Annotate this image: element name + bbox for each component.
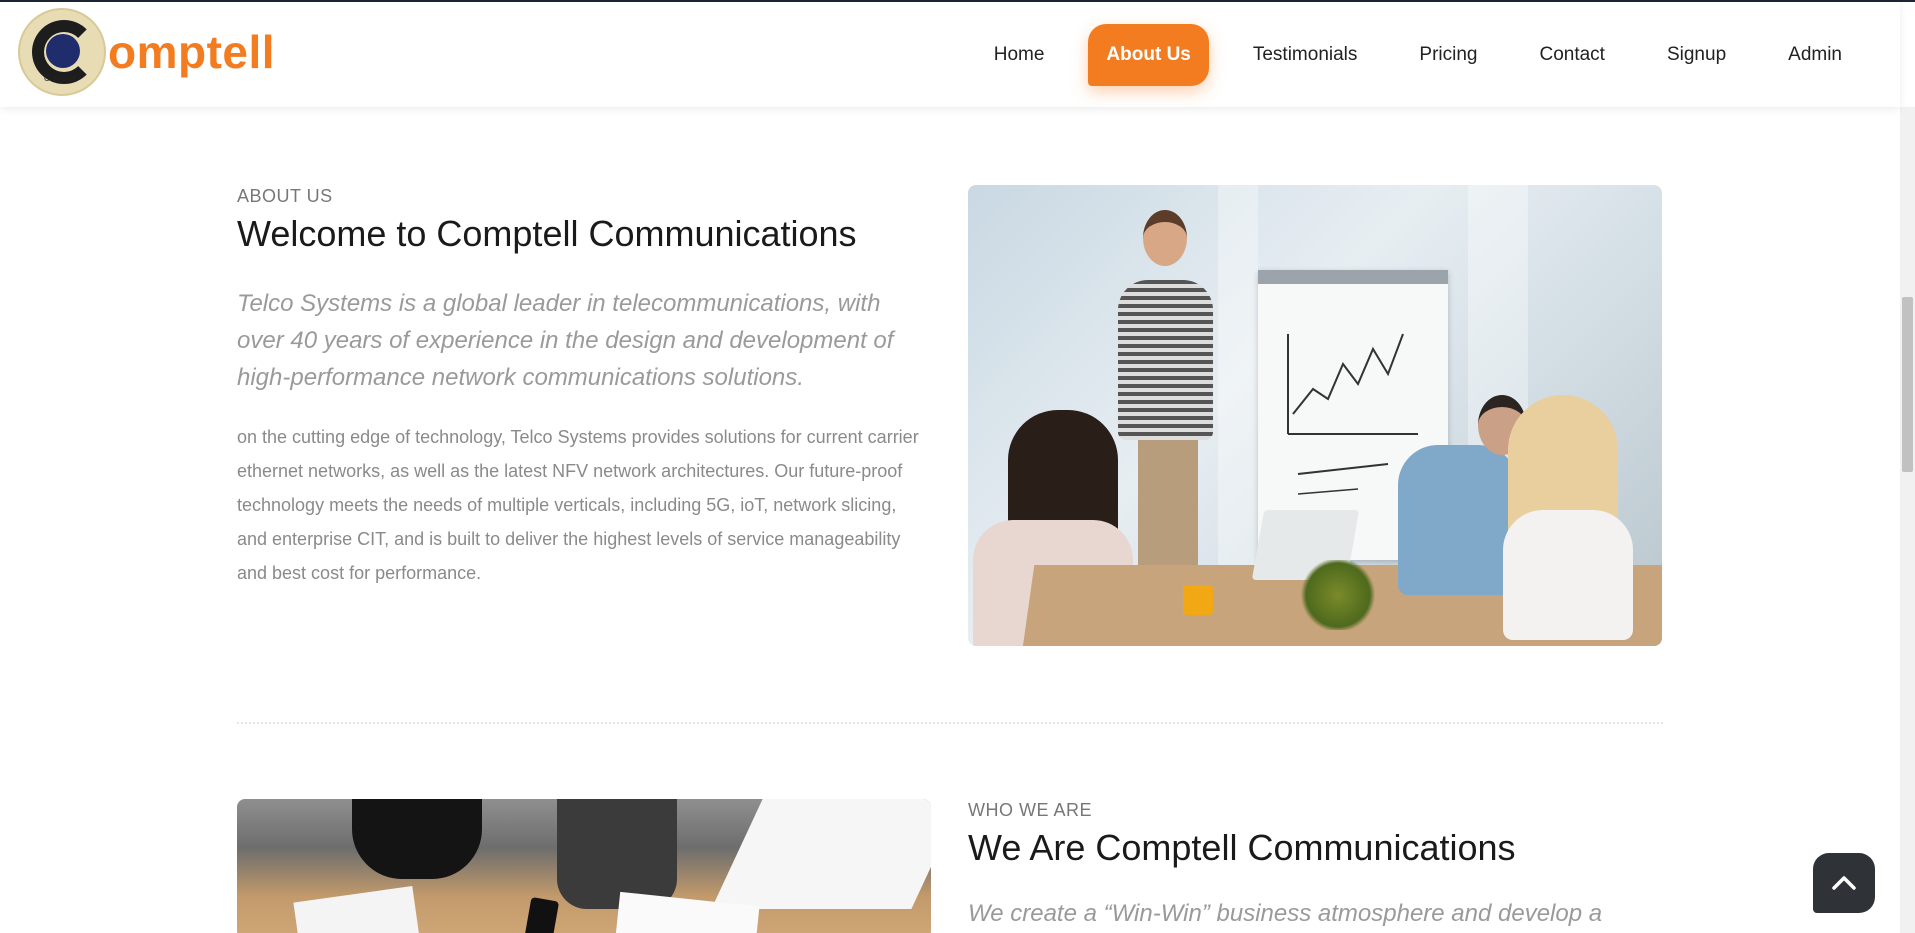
site-header: Comptell omptell Home About Us Testimoni…: [0, 2, 1900, 107]
photo-presenter-head: [1143, 210, 1187, 266]
photo-paper: [293, 885, 421, 933]
photo-person-right: [1398, 445, 1518, 595]
page-scrollbar[interactable]: [1900, 107, 1915, 933]
scrollbar-thumb[interactable]: [1902, 297, 1913, 472]
meeting-photo: [968, 185, 1662, 646]
main-nav: Home About Us Testimonials Pricing Conta…: [950, 23, 1860, 87]
who-title: We Are Comptell Communications: [968, 827, 1516, 868]
photo-person-blonde: [1503, 510, 1633, 640]
photo-person-dark: [557, 799, 677, 909]
nav-contact[interactable]: Contact: [1521, 24, 1622, 86]
site-logo[interactable]: Comptell omptell: [18, 8, 275, 96]
photo-presenter-legs: [1138, 435, 1198, 585]
who-lead: We create a “Win-Win” business atmospher…: [968, 900, 1603, 927]
photo-presenter: [1118, 280, 1213, 440]
photo-mug: [1183, 585, 1213, 615]
nav-about-us[interactable]: About Us: [1088, 24, 1209, 86]
team-desk-photo: [237, 799, 931, 933]
who-eyebrow: WHO WE ARE: [968, 800, 1093, 820]
nav-signup[interactable]: Signup: [1649, 24, 1744, 86]
photo-person-sleeve: [711, 799, 931, 909]
photo-plant: [1298, 560, 1378, 630]
about-body: on the cutting edge of technology, Telco…: [237, 427, 919, 583]
about-section-text: ABOUT US Welcome to Comptell Communicati…: [237, 186, 927, 590]
logo-badge-icon: Comptell: [18, 8, 106, 96]
photo-chair: [352, 799, 482, 879]
logo-wordmark: omptell: [108, 26, 276, 78]
about-title: Welcome to Comptell Communications: [237, 213, 857, 254]
nav-pricing[interactable]: Pricing: [1401, 24, 1495, 86]
about-lead: Telco Systems is a global leader in tele…: [237, 290, 894, 391]
logo-badge-text: Comptell: [44, 74, 76, 83]
back-to-top-button[interactable]: [1813, 853, 1875, 913]
section-divider: [237, 722, 1663, 724]
nav-home[interactable]: Home: [976, 24, 1063, 86]
chevron-up-icon: [1832, 876, 1856, 890]
nav-admin[interactable]: Admin: [1770, 24, 1860, 86]
about-eyebrow: ABOUT US: [237, 186, 333, 206]
who-section-text: WHO WE ARE We Are Comptell Communication…: [968, 800, 1668, 932]
photo-phone: [522, 896, 560, 933]
nav-testimonials[interactable]: Testimonials: [1235, 24, 1376, 86]
